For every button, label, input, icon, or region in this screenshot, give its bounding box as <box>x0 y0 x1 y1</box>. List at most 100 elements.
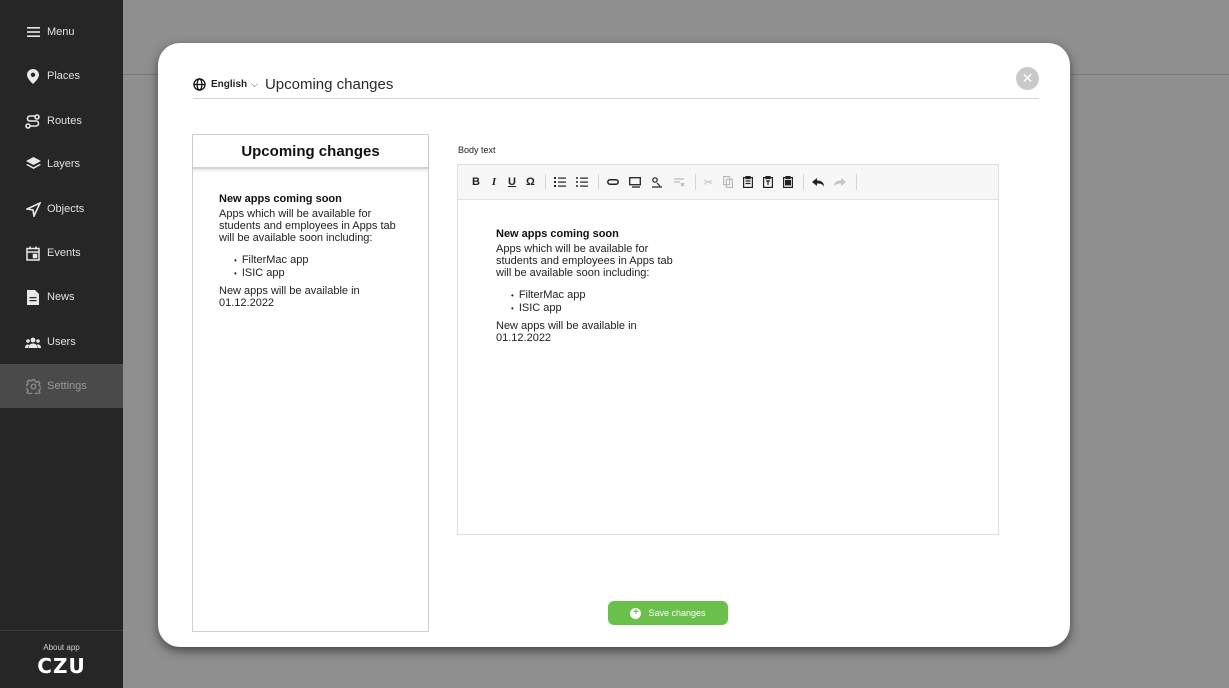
preview-header: Upcoming changes <box>193 135 428 169</box>
preview-paragraph: Apps which will be available for student… <box>219 208 402 244</box>
text-line: will be available soon including: <box>219 232 373 244</box>
sidebar-item-objects[interactable]: Objects <box>0 187 123 231</box>
toolbar-separator <box>856 174 858 190</box>
remove-format-icon <box>673 178 685 187</box>
language-selector[interactable]: English ⌵ <box>193 78 258 91</box>
link-button[interactable] <box>606 179 619 185</box>
sidebar: Menu Places Routes Layers Objects Events <box>0 0 123 688</box>
language-label: English <box>211 79 248 90</box>
paste-button[interactable] <box>743 176 754 188</box>
close-icon: ✕ <box>1021 70 1034 86</box>
czu-logo: CZU <box>37 654 86 678</box>
chevron-down-icon: ⌵ <box>251 79 258 89</box>
link-icon <box>606 179 619 185</box>
navigation-icon <box>25 201 41 217</box>
clipboard-icon <box>743 176 754 188</box>
hamburger-icon <box>25 24 41 40</box>
bold-button[interactable]: B <box>472 176 480 188</box>
ordered-list-button[interactable] <box>553 177 566 187</box>
sidebar-item-events[interactable]: Events <box>0 231 123 275</box>
text-line: 01.12.2022 <box>219 297 275 309</box>
text-line: New apps will be available in <box>219 285 360 297</box>
list-item: ISIC app <box>511 302 960 315</box>
sidebar-item-news[interactable]: News <box>0 275 123 319</box>
image-button[interactable] <box>628 176 641 188</box>
body-text-label: Body text <box>458 145 496 155</box>
close-button[interactable]: ✕ <box>1016 67 1039 90</box>
redo-button[interactable] <box>834 177 847 187</box>
about-app-label: About app <box>43 643 80 652</box>
clipboard-text-icon <box>763 176 774 188</box>
text-line: Apps which will be available for <box>496 243 649 255</box>
sidebar-item-label: Menu <box>47 26 75 38</box>
plus-circle-icon: + <box>630 607 642 619</box>
map-pin-icon <box>25 68 41 84</box>
sidebar-item-layers[interactable]: Layers <box>0 142 123 186</box>
text-line: 01.12.2022 <box>496 332 552 344</box>
modal-title: Upcoming changes <box>264 76 394 93</box>
users-icon <box>25 334 41 350</box>
document-icon <box>25 289 41 305</box>
copy-icon <box>723 176 734 188</box>
content-paragraph: Apps which will be available for student… <box>496 243 960 279</box>
remove-format-button[interactable] <box>673 177 685 187</box>
sidebar-item-menu[interactable]: Menu <box>0 10 123 54</box>
toolbar-separator <box>694 174 696 190</box>
save-changes-label: Save changes <box>648 608 706 618</box>
layers-icon <box>25 156 41 172</box>
editor-content[interactable]: New apps coming soon Apps which will be … <box>458 200 998 372</box>
sidebar-item-label: Places <box>47 70 81 82</box>
sidebar-item-label: Users <box>47 336 76 348</box>
italic-button[interactable]: I <box>490 176 498 188</box>
sidebar-item-label: Objects <box>47 203 85 215</box>
undo-button[interactable] <box>812 177 825 187</box>
save-changes-button[interactable]: + Save changes <box>608 601 728 625</box>
toolbar-separator <box>803 174 805 190</box>
modal-header: English ⌵ Upcoming changes <box>193 71 1039 99</box>
sidebar-item-label: Settings <box>47 380 87 392</box>
toolbar-separator <box>544 174 546 190</box>
sidebar-item-users[interactable]: Users <box>0 320 123 364</box>
anchor-button[interactable] <box>651 176 663 188</box>
sidebar-item-places[interactable]: Places <box>0 54 123 98</box>
rich-text-editor[interactable]: B I U Ω ✂ New apps coming soon Apps whic… <box>457 164 999 535</box>
content-heading: New apps coming soon <box>496 228 619 240</box>
undo-icon <box>812 177 825 186</box>
paste-text-button[interactable] <box>763 176 774 188</box>
list-item: ISIC app <box>234 267 402 280</box>
editor-toolbar: B I U Ω ✂ <box>458 165 998 200</box>
ordered-list-icon <box>553 177 566 187</box>
paste-word-button[interactable] <box>783 176 794 188</box>
globe-icon <box>193 78 206 91</box>
text-line: will be available soon including: <box>496 267 650 279</box>
content-bullet-list: FilterMac app ISIC app <box>511 289 960 315</box>
cut-button[interactable]: ✂ <box>704 176 713 189</box>
calendar-icon <box>25 245 41 261</box>
preview-bullet-list: FilterMac app ISIC app <box>234 254 402 280</box>
underline-button[interactable]: U <box>508 176 516 188</box>
image-icon <box>628 176 641 188</box>
preview-panel: Upcoming changes New apps coming soon Ap… <box>192 134 429 632</box>
sidebar-item-label: Events <box>47 247 81 259</box>
bullet-list-button[interactable] <box>575 177 588 187</box>
sidebar-item-label: News <box>47 291 75 303</box>
clipboard-word-icon <box>783 176 794 188</box>
list-item: FilterMac app <box>511 289 960 302</box>
edit-modal: English ⌵ Upcoming changes ✕ Upcoming ch… <box>158 43 1070 647</box>
text-line: New apps will be available in <box>496 320 637 332</box>
preview-heading: New apps coming soon <box>219 193 342 205</box>
about-app[interactable]: About app CZU <box>0 630 123 688</box>
preview-body: New apps coming soon Apps which will be … <box>193 169 428 333</box>
sidebar-item-label: Layers <box>47 158 81 170</box>
copy-button[interactable] <box>723 176 734 188</box>
bullet-list-icon <box>575 177 588 187</box>
route-icon <box>25 113 41 129</box>
sidebar-item-routes[interactable]: Routes <box>0 99 123 143</box>
special-char-button[interactable]: Ω <box>526 176 535 188</box>
text-line: students and employees in Apps tab <box>219 220 396 232</box>
sidebar-item-label: Routes <box>47 115 82 127</box>
gear-icon <box>25 378 41 394</box>
text-line: students and employees in Apps tab <box>496 255 673 267</box>
sidebar-item-settings[interactable]: Settings <box>0 364 123 408</box>
list-item: FilterMac app <box>234 254 402 267</box>
